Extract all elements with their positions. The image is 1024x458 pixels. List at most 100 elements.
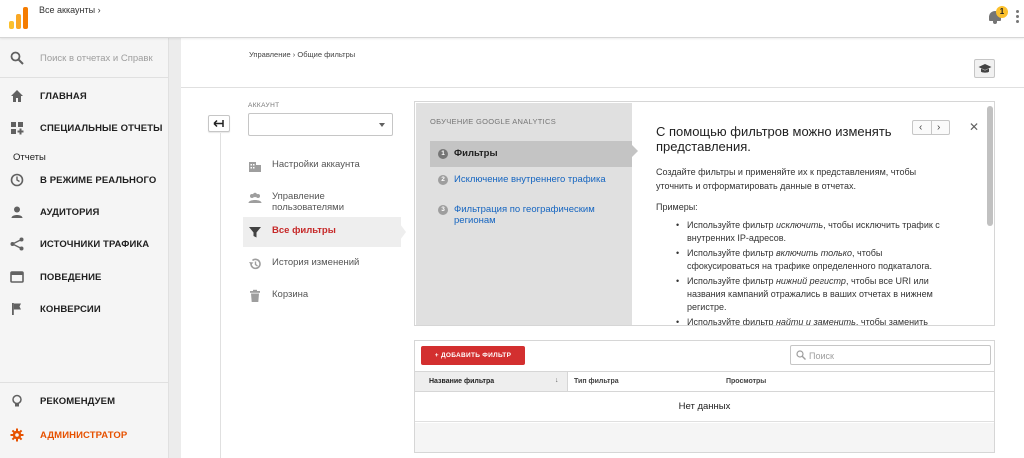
gear-icon xyxy=(10,428,24,442)
behavior-icon xyxy=(10,271,24,283)
academy-button[interactable] xyxy=(974,59,995,78)
sidebar-item-label: АУДИТОРИЯ xyxy=(40,207,100,218)
header-divider xyxy=(181,87,1024,88)
trash-icon xyxy=(250,289,260,302)
sidebar-item-audience[interactable]: АУДИТОРИЯ xyxy=(0,196,169,228)
active-indicator xyxy=(400,224,406,240)
tutorial-intro: Создайте фильтры и применяйте их к предс… xyxy=(656,167,917,191)
table-header: Название фильтра ↓ Тип фильтра Просмотры xyxy=(415,371,994,392)
sidebar-item-conversions[interactable]: КОНВЕРСИИ xyxy=(0,293,169,325)
tutorial-scrollbar[interactable] xyxy=(987,106,993,226)
step-number: 1 xyxy=(438,149,448,159)
sidebar-item-realtime[interactable]: В РЕЖИМЕ РЕАЛЬНОГО xyxy=(0,164,169,196)
search-icon xyxy=(796,350,806,360)
menu-item-trash[interactable]: Корзина xyxy=(248,281,398,311)
step-label: Исключение внутреннего трафика xyxy=(454,174,606,185)
sidebar-item-label: В РЕЖИМЕ РЕАЛЬНОГО xyxy=(40,175,157,186)
list-item: Используйте фильтр нижний регистр, чтобы… xyxy=(656,275,956,314)
column-divider xyxy=(220,133,221,458)
building-icon xyxy=(249,162,261,172)
accounts-selector[interactable]: Все аккаунты › xyxy=(39,5,101,15)
account-label: АККАУНТ xyxy=(248,102,280,109)
sidebar-item-admin[interactable]: АДМИНИСТРАТОР xyxy=(0,419,169,451)
filter-icon xyxy=(249,227,261,238)
sidebar-item-label: ПОВЕДЕНИЕ xyxy=(40,272,102,283)
search-icon xyxy=(10,51,24,65)
menu-item-label: Корзина xyxy=(272,289,309,300)
tutorial-panel: ОБУЧЕНИЕ GOOGLE ANALYTICS 1 Фильтры 2 Ис… xyxy=(414,101,995,326)
back-button[interactable] xyxy=(208,115,230,132)
flag-icon xyxy=(12,303,21,315)
chevron-down-icon xyxy=(379,123,385,127)
tutorial-step[interactable]: 3 Фильтрация по географическим регионам xyxy=(430,203,632,233)
tutorial-content: С помощью фильтров можно изменять предст… xyxy=(633,103,993,325)
sidebar-footer: РЕКОМЕНДУЕМ АДМИНИСТРАТОР xyxy=(0,382,169,458)
sidebar: Поиск в отчетах и Справк ГЛАВНАЯ СПЕЦИАЛ… xyxy=(0,38,169,458)
chevron-right-icon: › xyxy=(97,5,101,15)
sidebar-item-label: АДМИНИСТРАТОР xyxy=(40,430,128,441)
step-number: 3 xyxy=(438,205,448,215)
empty-state: Нет данных xyxy=(415,392,994,422)
chevron-right-icon[interactable]: › xyxy=(937,122,940,134)
step-label: Фильтры xyxy=(454,148,498,159)
chevron-left-icon[interactable]: ‹ xyxy=(919,122,922,134)
home-icon xyxy=(11,90,23,102)
menu-item-all-filters[interactable]: Все фильтры xyxy=(243,217,401,247)
accounts-label: Все аккаунты xyxy=(39,5,96,15)
column-header-filter-type[interactable]: Тип фильтра xyxy=(574,378,619,385)
reports-section-label: Отчеты xyxy=(13,152,46,163)
sidebar-item-custom-reports[interactable]: СПЕЦИАЛЬНЫЕ ОТЧЕТЫ xyxy=(0,112,169,144)
menu-item-label: Управление пользователями xyxy=(272,191,344,213)
history-icon xyxy=(249,258,261,270)
menu-item-user-management[interactable]: Управление пользователями xyxy=(248,183,398,213)
acquisition-icon xyxy=(10,237,24,251)
graduation-cap-icon xyxy=(978,64,992,73)
menu-item-change-history[interactable]: История изменений xyxy=(248,249,398,279)
add-filter-button[interactable]: + ДОБАВИТЬ ФИЛЬТР xyxy=(421,346,525,365)
tutorial-steps: ОБУЧЕНИЕ GOOGLE ANALYTICS 1 Фильтры 2 Ис… xyxy=(416,103,632,325)
menu-item-account-settings[interactable]: Настройки аккаунта xyxy=(248,151,398,181)
step-number: 2 xyxy=(438,175,448,185)
sidebar-item-label: СПЕЦИАЛЬНЫЕ ОТЧЕТЫ xyxy=(40,123,163,134)
sidebar-item-label: ИСТОЧНИКИ ТРАФИКА xyxy=(40,239,150,250)
column-header-filter-name[interactable]: Название фильтра ↓ xyxy=(415,372,568,391)
list-item: Используйте фильтр исключить, чтобы искл… xyxy=(656,219,956,245)
sort-down-icon: ↓ xyxy=(555,377,559,384)
lightbulb-icon xyxy=(12,394,22,407)
person-icon xyxy=(11,206,23,218)
tutorial-step[interactable]: 1 Фильтры xyxy=(430,141,632,167)
column-header-views[interactable]: Просмотры xyxy=(726,378,766,385)
filter-search-input[interactable]: Поиск xyxy=(790,345,991,365)
dashboard-icon xyxy=(11,122,24,135)
main-content: Управление › Общие фильтры АККАУНТ Настр… xyxy=(181,38,1024,458)
analytics-logo-icon[interactable] xyxy=(9,7,29,29)
filter-search-placeholder: Поиск xyxy=(809,351,834,361)
sidebar-item-behavior[interactable]: ПОВЕДЕНИЕ xyxy=(0,261,169,293)
notification-badge: 1 xyxy=(996,6,1008,18)
breadcrumb[interactable]: Управление › Общие фильтры xyxy=(249,50,355,59)
table-footer xyxy=(415,423,994,452)
menu-item-label: История изменений xyxy=(272,257,360,268)
tutorial-title: С помощью фильтров можно изменять предст… xyxy=(656,124,892,154)
more-menu-icon[interactable] xyxy=(1016,10,1019,24)
menu-item-label: Все фильтры xyxy=(272,225,336,236)
sidebar-item-label: КОНВЕРСИИ xyxy=(40,304,101,315)
list-item: Используйте фильтр включить только, чтоб… xyxy=(656,247,956,273)
step-label: Фильтрация по географическим регионам xyxy=(454,204,595,226)
sidebar-item-recommended[interactable]: РЕКОМЕНДУЕМ xyxy=(0,385,169,417)
sidebar-item-label: ГЛАВНАЯ xyxy=(40,91,87,102)
account-select[interactable] xyxy=(248,113,393,136)
sidebar-item-home[interactable]: ГЛАВНАЯ xyxy=(0,80,169,112)
close-icon[interactable]: ✕ xyxy=(969,120,979,134)
arrow-left-icon xyxy=(213,119,224,128)
tutorial-step[interactable]: 2 Исключение внутреннего трафика xyxy=(430,171,632,197)
top-bar: Все аккаунты › 1 xyxy=(0,0,1024,38)
tutorial-examples-label: Примеры: xyxy=(656,202,698,212)
menu-item-label: Настройки аккаунта xyxy=(272,159,360,170)
tutorial-pager[interactable]: ‹ › xyxy=(912,120,950,135)
sidebar-item-label: РЕКОМЕНДУЕМ xyxy=(40,396,116,407)
sidebar-item-acquisition[interactable]: ИСТОЧНИКИ ТРАФИКА xyxy=(0,228,169,260)
people-icon xyxy=(248,192,262,203)
sidebar-search-placeholder: Поиск в отчетах и Справк xyxy=(40,53,153,64)
sidebar-search[interactable]: Поиск в отчетах и Справк xyxy=(0,38,169,78)
